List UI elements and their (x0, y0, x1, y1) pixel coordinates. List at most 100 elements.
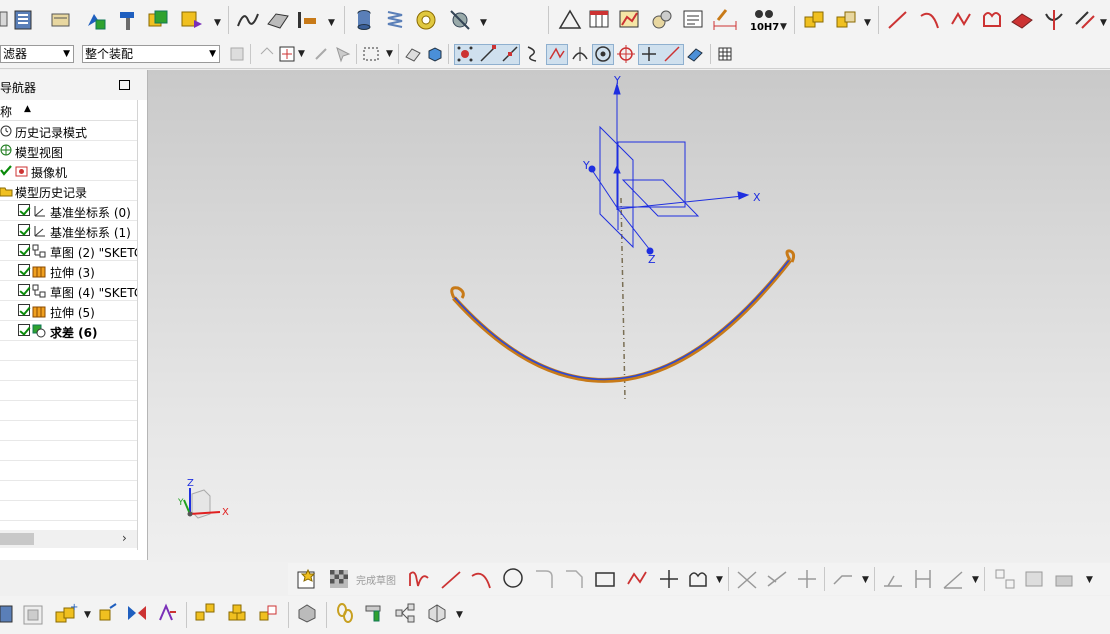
clearance-icon[interactable] (296, 602, 318, 624)
add-component-icon[interactable]: + (54, 602, 78, 626)
finish-sketch-icon[interactable] (328, 568, 350, 590)
quick-trim-icon[interactable] (736, 568, 758, 590)
mirror-curve-icon[interactable] (832, 568, 854, 590)
finish-sketch-label[interactable]: 完成草图 (356, 572, 396, 587)
arc-icon[interactable] (918, 8, 942, 32)
face-icon[interactable] (980, 8, 1004, 32)
measure-icon[interactable] (296, 8, 320, 32)
nav-item-history-mode[interactable]: 历史记录模式 (0, 121, 137, 141)
polygon-icon[interactable] (626, 568, 648, 590)
assembly-icon[interactable] (84, 8, 108, 32)
binoculars-icon[interactable] (754, 6, 774, 20)
existing-point-icon[interactable] (640, 45, 658, 63)
tolerance-label[interactable]: 10H7 (750, 22, 779, 33)
center-point-icon[interactable] (594, 45, 612, 63)
profile-icon[interactable] (408, 568, 432, 590)
mirror-assembly-icon[interactable] (126, 602, 148, 624)
make-corner-icon[interactable] (796, 568, 818, 590)
dropdown-arrow[interactable]: ▼ (716, 575, 723, 585)
visibility-checkbox[interactable] (18, 244, 30, 256)
select-filter-icon[interactable] (334, 45, 352, 63)
visibility-checkbox[interactable] (18, 304, 30, 316)
spring-icon[interactable] (384, 8, 408, 32)
sketch-arc-icon[interactable] (470, 568, 492, 590)
dropdown-arrow[interactable]: ▼ (1100, 18, 1107, 28)
surface-icon[interactable] (266, 8, 290, 32)
paste-icon[interactable] (50, 10, 72, 30)
scrollbar-thumb[interactable] (0, 533, 34, 545)
dropdown-arrow[interactable]: ▼ (480, 18, 487, 28)
dropdown-arrow[interactable]: ▼ (456, 610, 463, 620)
label-icon[interactable] (180, 8, 204, 32)
show-constraints-icon[interactable] (1054, 568, 1076, 590)
visibility-checkbox[interactable] (18, 224, 30, 236)
pipe-icon[interactable] (364, 602, 386, 624)
offset-surface-icon[interactable] (1010, 8, 1034, 32)
chamfer-icon[interactable] (564, 568, 586, 590)
offset-curve-icon[interactable] (686, 568, 708, 590)
sketch-line-icon[interactable] (440, 568, 462, 590)
pin-icon[interactable] (312, 45, 330, 63)
visibility-checkbox[interactable] (18, 324, 30, 336)
curve-icon[interactable] (236, 8, 260, 32)
sketch-task-icon[interactable] (296, 568, 318, 590)
bearing-icon[interactable] (414, 8, 438, 32)
datum-plane-xy[interactable] (617, 141, 686, 208)
sequence-icon[interactable] (258, 602, 280, 624)
add-point-icon[interactable] (278, 45, 296, 63)
table-icon[interactable] (588, 8, 612, 32)
point-on-face-icon[interactable] (686, 45, 704, 63)
extend-icon[interactable] (1072, 8, 1096, 32)
visibility-checkbox[interactable] (18, 264, 30, 276)
point-on-curve-icon[interactable] (663, 45, 681, 63)
explode-view-icon[interactable] (194, 602, 216, 624)
horizontal-scrollbar[interactable]: › (0, 530, 137, 548)
blocks-add-icon[interactable] (834, 8, 858, 32)
hammer-icon[interactable] (116, 8, 140, 32)
cylinder-icon[interactable] (352, 8, 376, 32)
nav-item-camera[interactable]: 摄像机 (0, 161, 137, 181)
point-icon[interactable] (658, 568, 680, 590)
control-point-icon[interactable] (524, 45, 542, 63)
assembly-navigator-icon[interactable] (0, 604, 14, 624)
scope-filter-select[interactable]: 整个装配 ▼ (82, 45, 220, 63)
nav-item-datum-csys-0[interactable]: 基准坐标系 (0) (0, 201, 137, 221)
filter-settings-icon[interactable] (228, 45, 246, 63)
auto-constraints-icon[interactable] (1024, 568, 1046, 590)
dropdown-arrow[interactable]: ▼ (298, 49, 305, 59)
visibility-checkbox[interactable] (18, 284, 30, 296)
dropdown-arrow[interactable]: ▼ (214, 18, 221, 28)
dropdown-arrow[interactable]: ▼ (972, 575, 979, 585)
part-hook-left[interactable] (450, 286, 465, 299)
dropdown-arrow[interactable]: ▼ (1086, 575, 1093, 585)
tangent-icon[interactable] (571, 45, 589, 63)
dropdown-arrow[interactable]: ▼ (862, 575, 869, 585)
rectangle-select-icon[interactable] (362, 45, 380, 63)
line-icon[interactable] (886, 8, 910, 32)
visibility-checkbox[interactable] (18, 204, 30, 216)
link-icon[interactable] (334, 602, 356, 624)
dropdown-arrow[interactable]: ▼ (864, 18, 871, 28)
datum-handle-knob[interactable] (588, 165, 596, 173)
circle-icon[interactable] (502, 567, 524, 589)
part-navigator-icon[interactable] (12, 9, 34, 31)
hierarchy-icon[interactable] (394, 602, 418, 624)
nav-item-sketch-2[interactable]: 草图 (2) "SKETCH_000" (0, 241, 137, 261)
nav-item-subtract-6[interactable]: 求差 (6) (0, 321, 137, 341)
dimension-vertical-icon[interactable] (912, 568, 934, 590)
maximize-icon[interactable] (119, 80, 130, 90)
gears-icon[interactable] (650, 8, 674, 32)
nav-item-model-views[interactable]: 模型视图 (0, 141, 137, 161)
dimension-linear-icon[interactable] (882, 568, 904, 590)
new-file-icon[interactable] (0, 10, 8, 28)
cube-icon[interactable] (426, 45, 444, 63)
trim-icon[interactable] (1042, 8, 1066, 32)
blocks-icon[interactable] (802, 8, 826, 32)
scroll-right-icon[interactable]: › (122, 531, 127, 545)
end-point-icon[interactable] (479, 45, 497, 63)
wave-link-icon[interactable] (226, 602, 248, 624)
datum-plane-xz[interactable] (621, 179, 700, 217)
model-canvas[interactable]: Y X Z Y Z X Y (148, 70, 1110, 562)
dimension-icon[interactable] (712, 8, 738, 32)
component-icon[interactable] (146, 8, 170, 32)
